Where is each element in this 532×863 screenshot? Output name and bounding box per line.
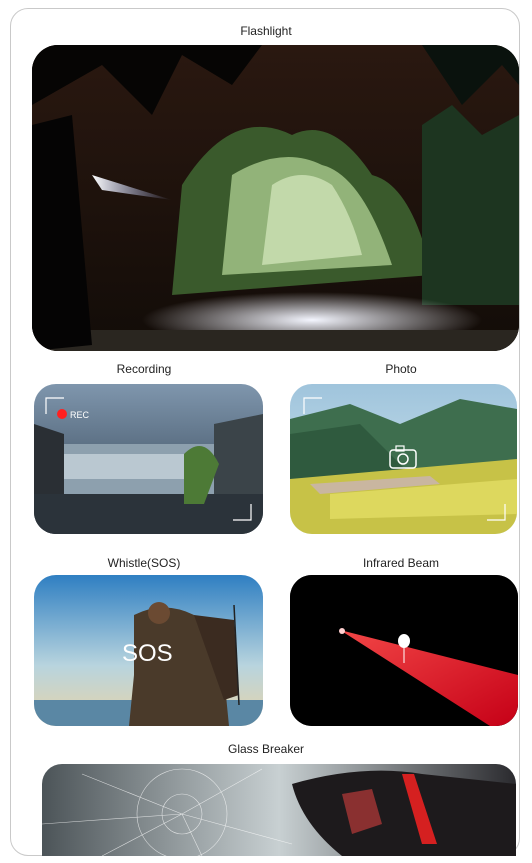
rec-badge: REC <box>70 410 90 420</box>
infrared-image <box>290 575 518 726</box>
recording-label: Recording <box>116 362 172 376</box>
glass-breaker-label: Glass Breaker <box>227 742 305 756</box>
whistle-label: Whistle(SOS) <box>107 556 181 570</box>
rec-dot-icon <box>57 409 67 419</box>
infrared-label: Infrared Beam <box>362 556 440 570</box>
flashlight-image <box>32 45 519 351</box>
photo-image <box>290 384 517 534</box>
target-icon <box>398 634 410 648</box>
recording-image: REC <box>34 384 263 534</box>
flashlight-label: Flashlight <box>240 24 292 38</box>
glass-breaker-image <box>42 764 516 856</box>
whistle-image: SOS <box>34 575 263 726</box>
sos-overlay-text: SOS <box>122 640 173 667</box>
photo-label: Photo <box>385 362 417 376</box>
